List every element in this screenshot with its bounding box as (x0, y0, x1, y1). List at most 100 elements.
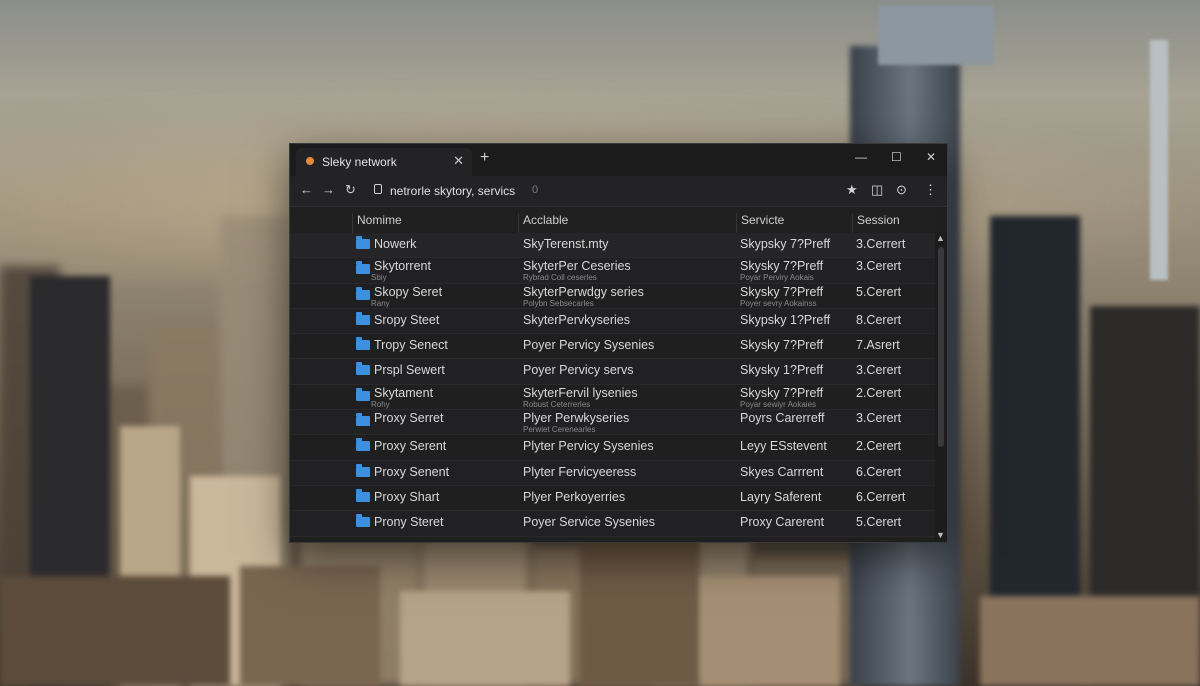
row-name: Skytament (374, 385, 434, 400)
row-name: Nowerk (374, 237, 417, 251)
folder-icon (356, 311, 370, 325)
row-name: Proxy Serret (374, 411, 444, 426)
column-header-name[interactable]: Nomime (352, 213, 518, 233)
star-icon[interactable]: ★ (846, 182, 858, 198)
address-suffix: 0 (532, 184, 539, 196)
close-tab-icon[interactable]: ✕ (453, 153, 464, 169)
row-session: 5.Cerert (856, 515, 902, 530)
row-available: Poyer Pervicy servs (523, 363, 634, 378)
table-header: Nomime Acclable Servicte Session (290, 207, 935, 234)
kebab-menu-icon[interactable]: ⋮ (924, 182, 937, 198)
row-service: Skypsky 7?Preff (740, 237, 831, 251)
row-service: Skysky 7?Preff (740, 385, 824, 400)
row-available: SkyterPerwdgy series (523, 284, 644, 299)
folder-icon (356, 362, 370, 376)
row-session: 5.Cerert (856, 284, 902, 299)
row-service: Skyes Carrrent (740, 464, 824, 479)
row-session: 7.Asrert (856, 338, 900, 353)
row-name: Proxy Senent (374, 464, 450, 479)
browser-tab[interactable]: Sleky network ✕ (296, 148, 472, 176)
toolbar: ← → ↻ netrorle skytory, servics 0 ★ ◫ ⊙ … (290, 176, 947, 207)
row-name: Tropy Senect (374, 338, 448, 353)
scrollbar-thumb[interactable] (938, 247, 944, 447)
table-row[interactable]: Sropy Steet SkyterPervkyseries Skypsky 1?P… (290, 308, 935, 335)
row-session: 8.Cerert (856, 312, 902, 327)
table-row[interactable]: Proxy Senent Plyter Fervicyeeress Skyes Ca… (290, 460, 935, 486)
folder-icon (356, 488, 370, 502)
table-row[interactable]: Skytorrent Sbiy SkyterPer Ceseries Rybrad C… (290, 258, 935, 284)
folder-icon (356, 514, 370, 528)
row-name-sub: Rohy (371, 399, 390, 409)
row-available: SkyterPer Ceseries (523, 259, 631, 274)
building (700, 576, 840, 686)
tab-title: Sleky network (322, 155, 397, 169)
row-session: 2.Cerert (856, 439, 902, 454)
title-bar: Sleky network ✕ + — ☐ ✕ (290, 144, 947, 176)
row-name: Prony Steret (374, 515, 444, 530)
row-name: Skytorrent (374, 259, 431, 274)
table-row[interactable]: Prspl Sewert Poyer Pervicy servs Skysky 1?… (290, 359, 935, 385)
column-header-service[interactable]: Servicte (736, 213, 852, 233)
row-service-sub: Poyer sevry Aokainss (740, 298, 817, 308)
table-row[interactable]: Proxy Serent Plyter Pervicy Sysenies Leyy … (290, 435, 935, 461)
arrow-right-icon[interactable]: → (322, 182, 335, 197)
column-header-session[interactable]: Session (852, 213, 932, 233)
row-session: 6.Cerert (856, 464, 902, 479)
chevron-down-icon[interactable]: ▼ (936, 530, 945, 540)
row-name: Proxy Shart (374, 489, 440, 504)
minimize-icon[interactable]: — (855, 150, 867, 164)
column-header-available[interactable]: Acclable (518, 213, 736, 233)
row-available: Plyter Pervicy Sysenies (523, 439, 654, 454)
browser-window: Sleky network ✕ + — ☐ ✕ ← → ↻ netrorle s… (289, 143, 948, 543)
folder-icon (356, 337, 370, 351)
row-available: Plyer Perkoyerries (523, 489, 626, 504)
table-view: Nomime Acclable Servicte Session Nowerk S… (290, 207, 947, 542)
address-bar[interactable]: netrorle skytory, servics 0 (368, 180, 838, 202)
folder-icon (356, 463, 370, 477)
tower-spire (1150, 40, 1168, 280)
row-available: Poyer Service Sysenies (523, 515, 656, 530)
table-row[interactable]: Proxy Serret Plyer Perwkyseries Perwiet Ce… (290, 410, 935, 436)
row-available-sub: Robust Ceterrerles (523, 399, 591, 409)
row-service: Skypsky 1?Preff (740, 312, 831, 327)
address-text: netrorle skytory, servics (390, 184, 516, 198)
table-row[interactable]: Proxy Shart Plyer Perkoyerries Layry Safer… (290, 486, 935, 512)
tab-indicator-icon (306, 157, 314, 165)
table-body: Nowerk SkyTerenst.mty Skypsky 7?Preff 3.Cer… (290, 233, 935, 537)
chevron-up-icon[interactable]: ▲ (936, 233, 945, 243)
row-service: Skysky 1?Preff (740, 363, 824, 378)
reload-icon[interactable]: ↻ (345, 182, 356, 198)
table-row[interactable]: Prony Steret Poyer Service Sysenies Proxy … (290, 511, 935, 537)
row-service-sub: Poyar sewiyr Aokaies (740, 399, 817, 409)
row-session: 3.Cerert (856, 363, 902, 378)
row-service: Proxy Carerent (740, 515, 825, 530)
arrow-left-icon[interactable]: ← (300, 182, 313, 197)
row-service: Leyy ESstevent (740, 439, 827, 454)
row-name: Sropy Steet (374, 312, 440, 327)
table-row[interactable]: Nowerk SkyTerenst.mty Skypsky 7?Preff 3.Cer… (290, 233, 935, 259)
building (580, 536, 700, 686)
close-window-icon[interactable]: ✕ (926, 150, 936, 164)
row-service: Skysky 7?Preff (740, 338, 824, 353)
row-session: 3.Cerrert (856, 237, 906, 251)
lock-icon (374, 184, 382, 194)
scrollbar[interactable]: ▲ ▼ (935, 233, 947, 542)
row-name-sub: Sbiy (371, 273, 387, 283)
table-row[interactable]: Tropy Senect Poyer Pervicy Sysenies Skysky… (290, 334, 935, 360)
tower-top (878, 5, 994, 65)
folder-icon (356, 387, 370, 401)
download-icon[interactable]: ⊙ (896, 182, 907, 198)
building (400, 591, 570, 686)
new-tab-icon[interactable]: + (480, 149, 489, 167)
table-row[interactable]: Skytament Rohy SkyterFervil lysenies Robust… (290, 385, 935, 411)
table-row[interactable]: Skopy Seret Rany SkyterPerwdgy series Polyb… (290, 284, 935, 309)
puzzle-icon[interactable]: ◫ (871, 182, 883, 198)
row-available: SkyterFervil lysenies (523, 385, 638, 400)
row-name: Prspl Sewert (374, 363, 445, 378)
folder-icon (356, 286, 370, 300)
maximize-icon[interactable]: ☐ (891, 150, 902, 164)
row-available: SkyTerenst.mty (523, 237, 609, 251)
building (0, 576, 230, 686)
row-service: Layry Saferent (740, 489, 822, 504)
row-service: Skysky 7?Preff (740, 259, 824, 274)
